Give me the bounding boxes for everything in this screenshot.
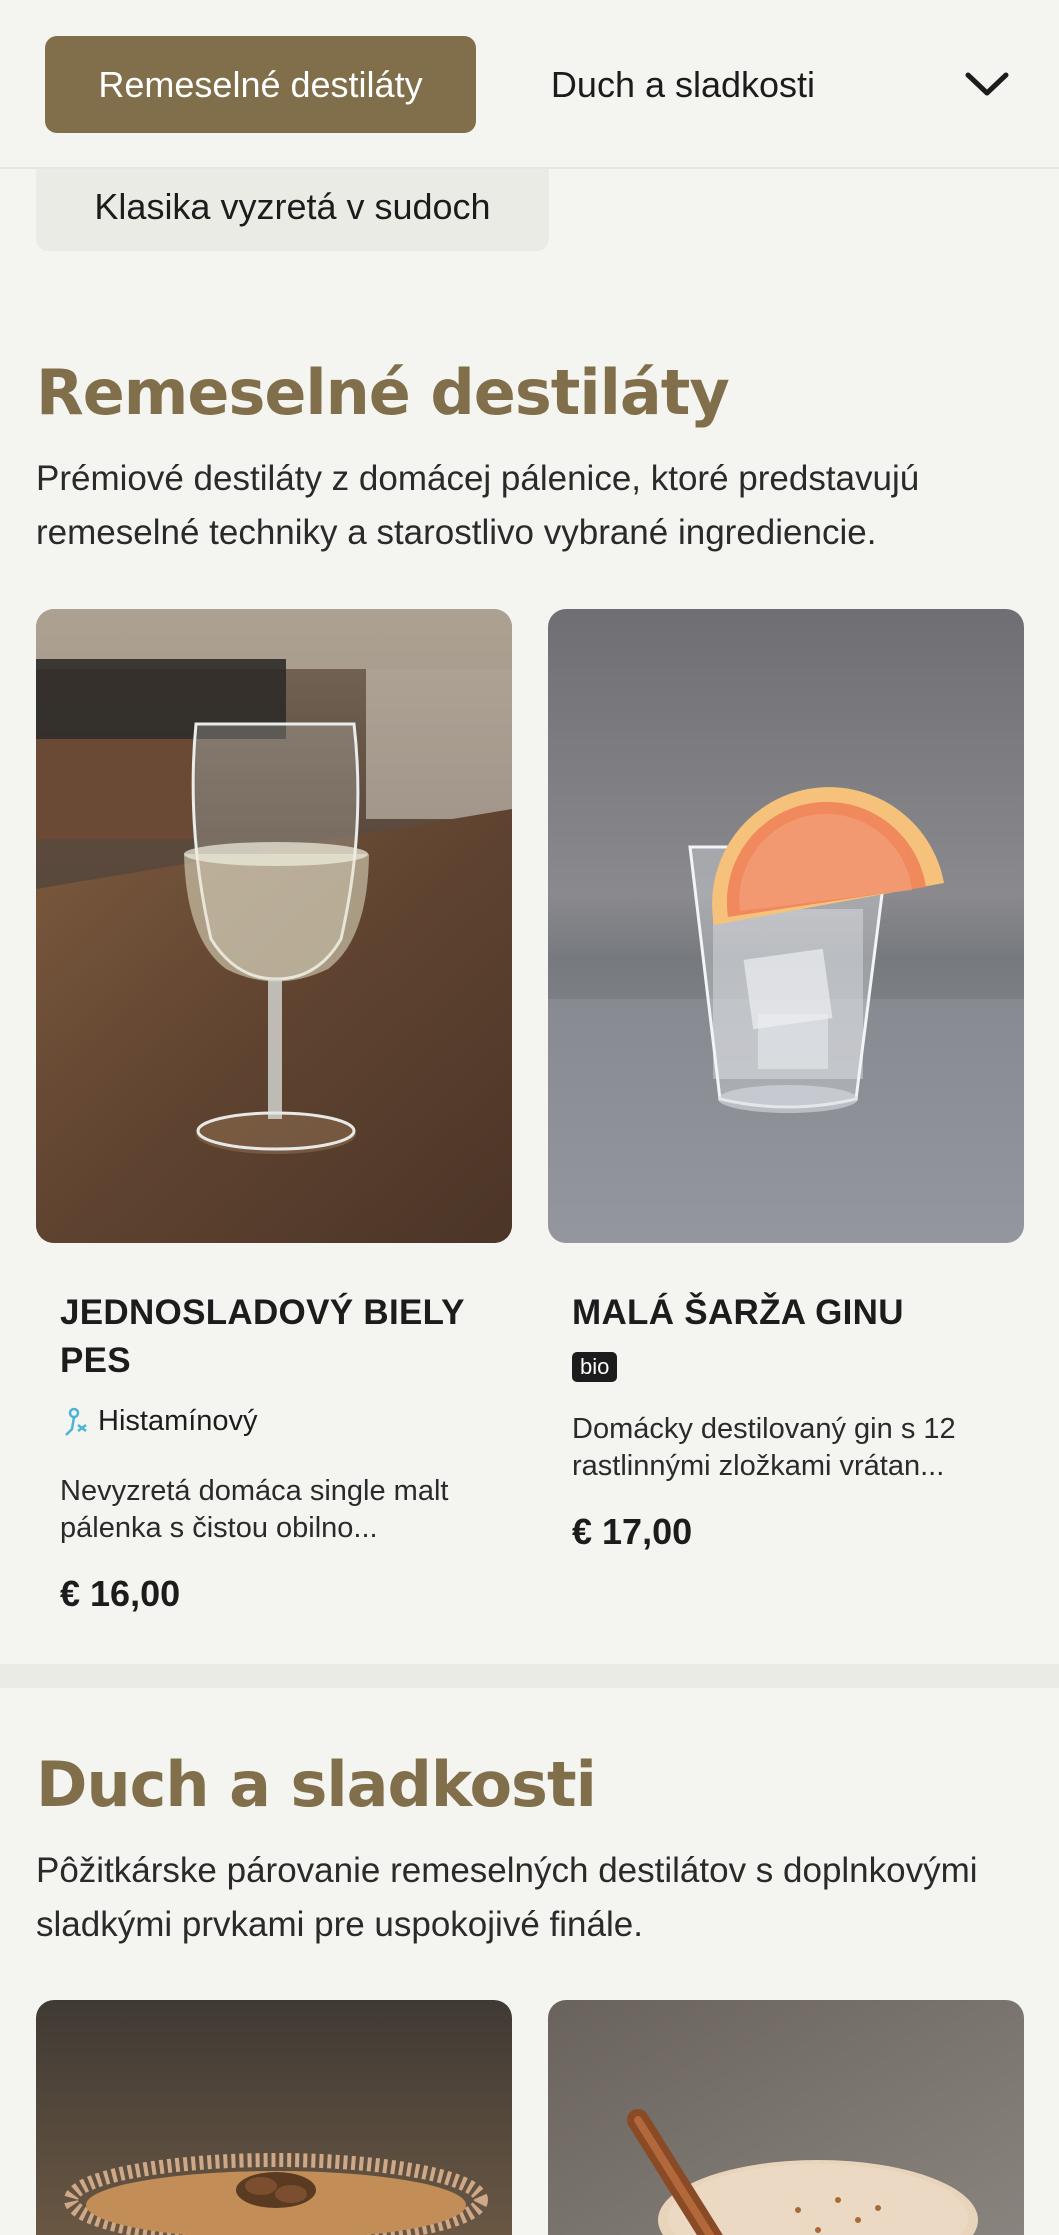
product-card[interactable]: MALÁ ŠARŽA GINU bio Domácky destilovaný … [548,609,1024,1609]
allergen-tag: Histamínový [60,1405,258,1438]
product-image-pecan-drink[interactable] [36,2000,512,2235]
category-nav: Remeselné destiláty Duch a sladkosti [0,0,1059,169]
allergen-label: Histamínový [98,1405,258,1437]
section-divider [0,1664,1059,1688]
product-price: € 16,00 [60,1573,181,1614]
product-image-cinnamon-drink[interactable] [548,2000,1024,2235]
product-name[interactable]: MALÁ ŠARŽA GINU [572,1289,1012,1337]
section-title: Remeselné destiláty [36,356,730,429]
section-description: Prémiové destiláty z domácej pálenice, k… [36,459,920,552]
section-title: Duch a sladkosti [36,1748,597,1821]
chevron-down-icon[interactable] [957,56,1017,112]
product-name[interactable]: JEDNOSLADOVÝ BIELY PES [60,1289,500,1385]
category-tab-label: Duch a sladkosti [550,63,816,105]
section-description: Pôžitkárske párovanie remeselných destil… [36,1851,978,1944]
product-description: Domácky destilovaný gin s 12 rastlinnými… [572,1413,956,1482]
product-card[interactable] [548,2000,1024,2235]
category-tab-label: Remeselné destiláty [98,63,423,105]
product-card[interactable] [36,2000,512,2235]
product-image-gin-glass[interactable] [548,609,1024,1243]
product-card[interactable]: JEDNOSLADOVÝ BIELY PES Histamínový Nevyz… [36,609,512,1629]
bio-badge: bio [572,1352,618,1382]
category-tab-label: Klasika vyzretá v sudoch [94,185,491,227]
product-price: € 17,00 [572,1511,693,1552]
category-tab-spirits-sweets[interactable]: Duch a sladkosti [520,36,846,133]
category-tab-craft-spirits[interactable]: Remeselné destiláty [45,36,476,133]
product-image-wine-glass[interactable] [36,609,512,1243]
product-description: Nevyzretá domáca single malt pálenka s č… [60,1475,449,1544]
histamine-icon [65,1407,87,1436]
category-tab-classics[interactable]: Klasika vyzretá v sudoch [36,162,549,251]
